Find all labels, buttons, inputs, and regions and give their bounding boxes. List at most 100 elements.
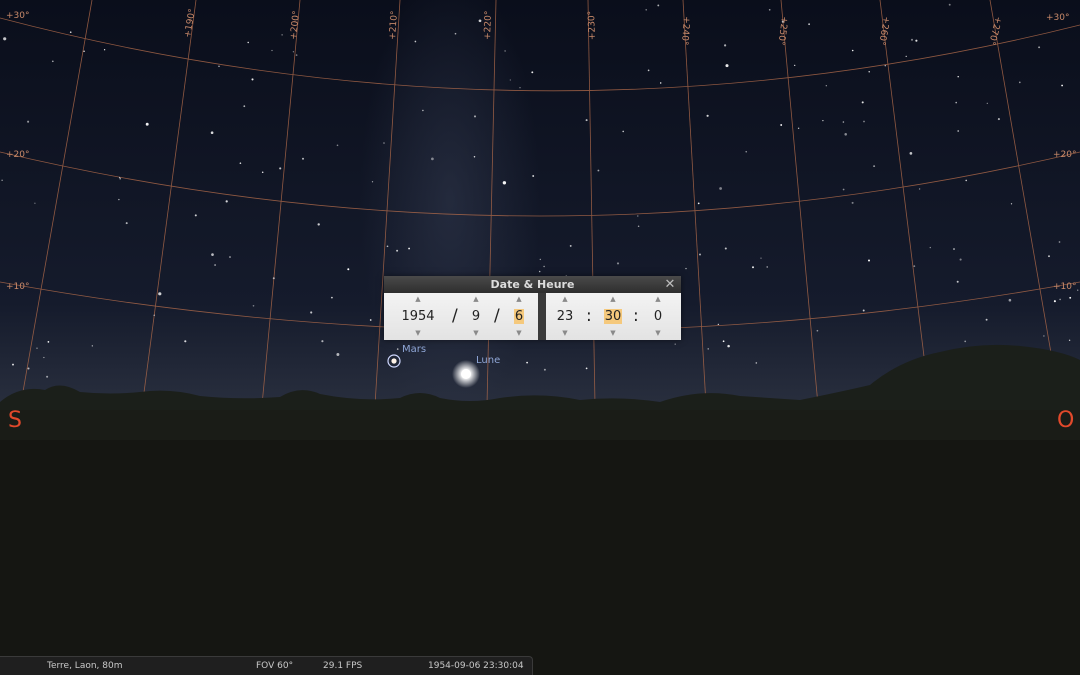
day-spinner[interactable]: ▲ 6 ▼ (508, 293, 530, 340)
star (310, 311, 313, 314)
star (724, 247, 727, 250)
planetarium-viewport[interactable]: +190° +200° +210° +220° +230° +240° +250… (0, 0, 1080, 675)
star (707, 348, 709, 350)
month-spinner[interactable]: ▲ 9 ▼ (464, 293, 488, 340)
year-decrement-icon[interactable]: ▼ (390, 329, 446, 338)
star (214, 264, 217, 266)
star (91, 345, 93, 347)
day-decrement-icon[interactable]: ▼ (508, 329, 530, 338)
ground-horizon-band (0, 410, 1080, 440)
minute-value[interactable]: 30 (598, 308, 628, 325)
star (616, 262, 620, 265)
star (1048, 255, 1050, 258)
star (957, 75, 959, 78)
year-value[interactable]: 1954 (390, 308, 446, 325)
second-value[interactable]: 0 (644, 308, 672, 325)
star (247, 41, 249, 44)
star (956, 280, 959, 283)
star (321, 340, 324, 343)
day-increment-icon[interactable]: ▲ (508, 295, 530, 304)
moon-disc[interactable] (461, 369, 471, 379)
star (918, 188, 921, 190)
star (719, 187, 722, 190)
status-location: Terre, Laon, 80m (47, 661, 123, 671)
hour-decrement-icon[interactable]: ▼ (550, 329, 580, 338)
star (727, 344, 730, 348)
star (211, 253, 214, 256)
mars-label[interactable]: Mars (402, 344, 426, 355)
star (659, 82, 662, 84)
cardinal-south: S (8, 408, 22, 433)
star (347, 268, 350, 271)
star (724, 44, 727, 47)
star (851, 49, 854, 52)
star (83, 50, 85, 53)
star (336, 144, 339, 147)
year-increment-icon[interactable]: ▲ (390, 295, 446, 304)
second-spinner[interactable]: ▲ 0 ▼ (644, 293, 672, 340)
month-value[interactable]: 9 (464, 308, 488, 325)
star (539, 258, 541, 261)
status-datetime: 1954-09-06 23:30:04 (428, 661, 524, 671)
second-increment-icon[interactable]: ▲ (644, 295, 672, 304)
mars-disc[interactable] (391, 358, 397, 364)
second-decrement-icon[interactable]: ▼ (644, 329, 672, 338)
star (47, 341, 50, 343)
star (225, 200, 228, 203)
star (51, 60, 54, 63)
star (706, 114, 709, 117)
star (948, 3, 951, 6)
moon-label[interactable]: Lune (476, 355, 500, 366)
date-separator: / (452, 306, 458, 326)
minute-spinner[interactable]: ▲ 30 ▼ (598, 293, 628, 340)
ra-label-240: +240° (679, 16, 691, 46)
star (722, 340, 725, 343)
star (1043, 335, 1045, 337)
hour-value[interactable]: 23 (550, 308, 580, 325)
star (997, 118, 1000, 121)
year-spinner[interactable]: ▲ 1954 ▼ (390, 293, 446, 340)
star (502, 181, 507, 185)
star (760, 257, 762, 259)
star (292, 51, 295, 53)
star (905, 55, 907, 58)
minute-increment-icon[interactable]: ▲ (598, 295, 628, 304)
star (1059, 298, 1061, 301)
close-icon[interactable]: ✕ (663, 276, 677, 293)
star (229, 256, 231, 258)
cardinal-west: O (1057, 408, 1075, 433)
star (12, 363, 14, 366)
star (414, 40, 417, 43)
ground (0, 430, 1080, 675)
time-separator: : (633, 306, 639, 326)
star (454, 32, 457, 35)
star (637, 215, 639, 217)
star (717, 323, 719, 326)
star (955, 101, 957, 104)
star (119, 176, 121, 179)
star (218, 65, 220, 68)
star (473, 115, 477, 118)
hour-spinner[interactable]: ▲ 23 ▼ (550, 293, 580, 340)
star (953, 248, 955, 250)
star (158, 292, 162, 296)
star (863, 120, 865, 123)
hour-increment-icon[interactable]: ▲ (550, 295, 580, 304)
star (532, 175, 535, 177)
star (538, 270, 541, 273)
star (959, 258, 962, 261)
star (1077, 289, 1079, 291)
minute-decrement-icon[interactable]: ▼ (598, 329, 628, 338)
ra-label-210: +210° (388, 10, 400, 40)
day-value[interactable]: 6 (508, 308, 530, 325)
star (396, 249, 399, 252)
dialog-titlebar[interactable]: Date & Heure ✕ (384, 276, 681, 293)
star (1058, 241, 1061, 243)
month-increment-icon[interactable]: ▲ (464, 295, 488, 304)
status-fps: 29.1 FPS (323, 661, 363, 671)
ra-label-220: +220° (483, 11, 494, 41)
star (745, 151, 747, 153)
star (252, 304, 255, 307)
month-decrement-icon[interactable]: ▼ (464, 329, 488, 338)
date-panel: ▲ 1954 ▼ / ▲ 9 ▼ / ▲ 6 ▼ (384, 293, 538, 340)
